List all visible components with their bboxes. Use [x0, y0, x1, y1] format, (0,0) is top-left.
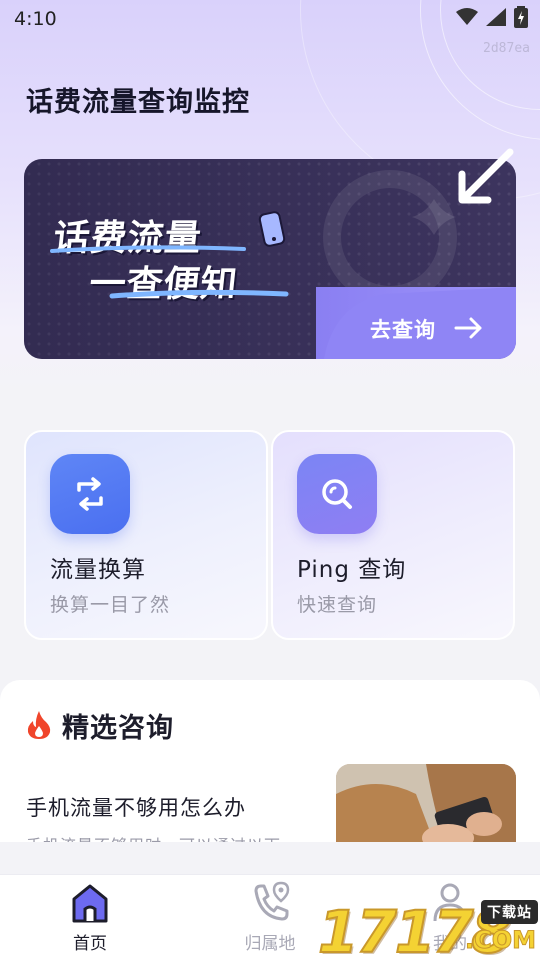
magnifier-icon [297, 454, 377, 534]
signal-icon [486, 8, 506, 26]
status-bar: 4:10 [0, 0, 540, 36]
query-banner[interactable]: 话费流量 一查便知 去查询 [24, 159, 516, 359]
card-title: 流量换算 [50, 557, 146, 583]
card-subtitle: 快速查询 [297, 594, 378, 616]
feature-card-traffic-convert[interactable]: 流量换算 换算一目了然 [24, 430, 268, 640]
article-title: 手机流量不够用怎么办 [26, 796, 246, 820]
status-time: 4:10 [14, 8, 57, 30]
status-icons [456, 6, 528, 28]
banner-cta-button[interactable]: 去查询 [370, 314, 436, 344]
page-title: 话费流量查询监控 [26, 87, 250, 118]
build-tag: 2d87ea [483, 41, 530, 56]
phone-icon [258, 211, 286, 247]
arrow-right-icon [454, 317, 482, 339]
arrow-pointer-icon [458, 148, 514, 204]
banner-underline [50, 245, 289, 299]
site-watermark: 17178 下载站 .COM [312, 896, 540, 960]
nav-label: 首页 [73, 934, 107, 954]
phone-location-icon [254, 881, 290, 921]
watermark-badge: 下载站 [481, 900, 538, 924]
swap-icon [50, 454, 130, 534]
wifi-icon [456, 8, 478, 25]
card-title: Ping 查询 [297, 557, 407, 583]
nav-item-home[interactable]: 首页 [0, 875, 180, 960]
feature-card-ping[interactable]: Ping 查询 快速查询 [271, 430, 515, 640]
home-icon [72, 884, 108, 923]
watermark-suffix: .COM [464, 926, 536, 955]
card-subtitle: 换算一目了然 [50, 594, 171, 616]
battery-icon [514, 6, 528, 28]
